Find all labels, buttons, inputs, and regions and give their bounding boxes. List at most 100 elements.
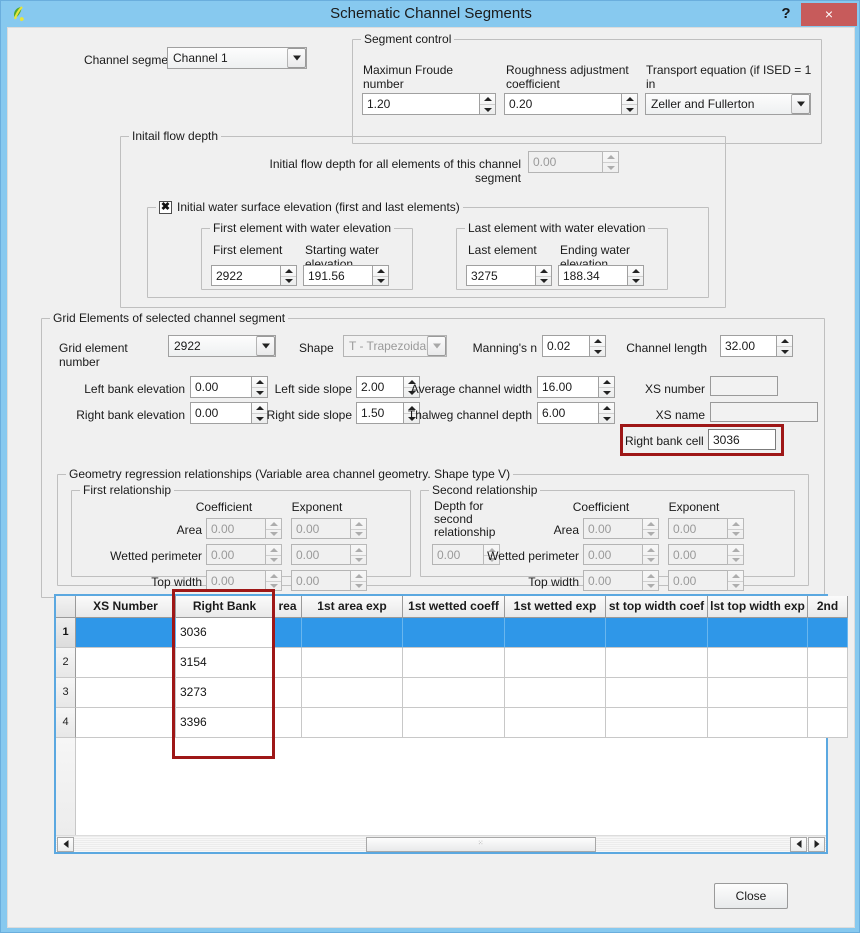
spinner-down[interactable] bbox=[728, 555, 743, 565]
xs-name-input[interactable] bbox=[710, 402, 818, 422]
table-cell[interactable] bbox=[274, 708, 302, 738]
table-cell-xs-number[interactable] bbox=[76, 618, 176, 648]
transport-equation-combo[interactable]: Zeller and Fullerton bbox=[645, 93, 811, 115]
channel-length-spinner[interactable] bbox=[776, 335, 793, 357]
second-wetted-exponent-spinner[interactable] bbox=[727, 544, 744, 565]
second-top-width-coefficient-spinner[interactable] bbox=[642, 570, 659, 591]
chevron-down-icon[interactable] bbox=[287, 48, 306, 68]
spinner-down[interactable] bbox=[603, 162, 618, 172]
table-header-cell[interactable]: lst top width exp bbox=[708, 596, 808, 618]
spinner-down[interactable] bbox=[266, 529, 281, 539]
first-area-coefficient-spinner[interactable] bbox=[265, 518, 282, 539]
table-row-number[interactable]: 3 bbox=[56, 678, 76, 708]
table-cell[interactable] bbox=[808, 708, 848, 738]
first-element-spinner[interactable] bbox=[280, 265, 297, 286]
channel-length-input[interactable]: 32.00 bbox=[720, 335, 777, 357]
scroll-right-button[interactable] bbox=[808, 837, 825, 852]
roughness-spinner-down[interactable] bbox=[622, 104, 637, 114]
second-wetted-exponent-input[interactable]: 0.00 bbox=[668, 544, 728, 565]
spinner-down[interactable] bbox=[281, 276, 296, 286]
table-cell[interactable] bbox=[708, 708, 808, 738]
spinner-down[interactable] bbox=[351, 581, 366, 591]
spinner-up[interactable] bbox=[266, 519, 281, 529]
spinner-down[interactable] bbox=[643, 555, 658, 565]
spinner-down[interactable] bbox=[643, 529, 658, 539]
spinner-up[interactable] bbox=[728, 519, 743, 529]
spinner-up[interactable] bbox=[599, 377, 614, 387]
second-area-exponent-spinner[interactable] bbox=[727, 518, 744, 539]
spinner-down[interactable] bbox=[266, 555, 281, 565]
spinner-up[interactable] bbox=[628, 266, 643, 276]
spinner-down[interactable] bbox=[628, 276, 643, 286]
close-window-button[interactable]: × bbox=[801, 3, 857, 26]
table-row[interactable]: 4 3396 bbox=[56, 708, 826, 738]
table-cell[interactable] bbox=[274, 618, 302, 648]
first-wetted-coefficient-spinner[interactable] bbox=[265, 544, 282, 565]
roughness-spinner-up[interactable] bbox=[622, 94, 637, 104]
table-cell-xs-number[interactable] bbox=[76, 708, 176, 738]
table-row-number[interactable]: 4 bbox=[56, 708, 76, 738]
froude-input[interactable]: 1.20 bbox=[362, 93, 480, 115]
table-cell[interactable] bbox=[708, 678, 808, 708]
spinner-up[interactable] bbox=[728, 571, 743, 581]
froude-spinner[interactable] bbox=[479, 93, 496, 115]
table-row-number[interactable]: 2 bbox=[56, 648, 76, 678]
table-cell[interactable] bbox=[505, 648, 606, 678]
roughness-spinner[interactable] bbox=[621, 93, 638, 115]
roughness-input[interactable]: 0.20 bbox=[504, 93, 622, 115]
table-cell[interactable] bbox=[403, 618, 505, 648]
thalweg-channel-depth-input[interactable]: 6.00 bbox=[537, 402, 599, 424]
table-horizontal-scrollbar[interactable]: ⁙ bbox=[56, 835, 826, 852]
table-cell[interactable] bbox=[808, 678, 848, 708]
second-top-width-exponent-spinner[interactable] bbox=[727, 570, 744, 591]
table-cell[interactable] bbox=[505, 618, 606, 648]
second-wetted-coefficient-input[interactable]: 0.00 bbox=[583, 544, 643, 565]
table-row-number[interactable]: 1 bbox=[56, 618, 76, 648]
table-header-cell[interactable]: Right Bank bbox=[176, 596, 274, 618]
mannings-n-input[interactable]: 0.02 bbox=[542, 335, 590, 357]
average-channel-width-input[interactable]: 16.00 bbox=[537, 376, 599, 398]
spinner-down[interactable] bbox=[643, 581, 658, 591]
table-cell-xs-number[interactable] bbox=[76, 648, 176, 678]
table-cell-right-bank[interactable]: 3396 bbox=[176, 708, 274, 738]
table-cell-right-bank[interactable]: 3154 bbox=[176, 648, 274, 678]
spinner-down[interactable] bbox=[599, 413, 614, 423]
first-top-width-coefficient-input[interactable]: 0.00 bbox=[206, 570, 266, 591]
average-channel-width-spinner[interactable] bbox=[598, 376, 615, 398]
table-cell[interactable] bbox=[403, 708, 505, 738]
table-header-cell[interactable]: 1st wetted exp bbox=[505, 596, 606, 618]
starting-water-elevation-input[interactable]: 191.56 bbox=[303, 265, 373, 286]
table-cell[interactable] bbox=[302, 708, 403, 738]
spinner-up[interactable] bbox=[643, 519, 658, 529]
spinner-down[interactable] bbox=[728, 581, 743, 591]
spinner-up[interactable] bbox=[643, 545, 658, 555]
spinner-up[interactable] bbox=[373, 266, 388, 276]
first-top-width-coefficient-spinner[interactable] bbox=[265, 570, 282, 591]
table-cell[interactable] bbox=[302, 678, 403, 708]
table-cell[interactable] bbox=[274, 648, 302, 678]
table-cell[interactable] bbox=[302, 618, 403, 648]
spinner-up[interactable] bbox=[351, 545, 366, 555]
right-bank-cell-input[interactable]: 3036 bbox=[708, 429, 776, 450]
spinner-down[interactable] bbox=[728, 529, 743, 539]
spinner-down[interactable] bbox=[266, 581, 281, 591]
chevron-down-icon[interactable] bbox=[256, 336, 275, 356]
table-cell[interactable] bbox=[403, 648, 505, 678]
spinner-down[interactable] bbox=[599, 387, 614, 397]
table-header-cell[interactable]: st top width coef bbox=[606, 596, 708, 618]
water-surface-elevation-checkbox[interactable]: ✖ bbox=[159, 201, 172, 214]
first-wetted-exponent-spinner[interactable] bbox=[350, 544, 367, 565]
left-bank-elevation-input[interactable]: 0.00 bbox=[190, 376, 252, 398]
spinner-up[interactable] bbox=[590, 336, 605, 346]
table-cell-right-bank[interactable]: 3036 bbox=[176, 618, 274, 648]
spinner-up[interactable] bbox=[536, 266, 551, 276]
scroll-left-button-2[interactable] bbox=[790, 837, 807, 852]
spinner-up[interactable] bbox=[266, 571, 281, 581]
first-wetted-coefficient-input[interactable]: 0.00 bbox=[206, 544, 266, 565]
right-bank-elevation-input[interactable]: 0.00 bbox=[190, 402, 252, 424]
mannings-n-spinner[interactable] bbox=[589, 335, 606, 357]
last-element-spinner[interactable] bbox=[535, 265, 552, 286]
froude-spinner-down[interactable] bbox=[480, 104, 495, 114]
first-wetted-exponent-input[interactable]: 0.00 bbox=[291, 544, 351, 565]
spinner-up[interactable] bbox=[603, 152, 618, 162]
